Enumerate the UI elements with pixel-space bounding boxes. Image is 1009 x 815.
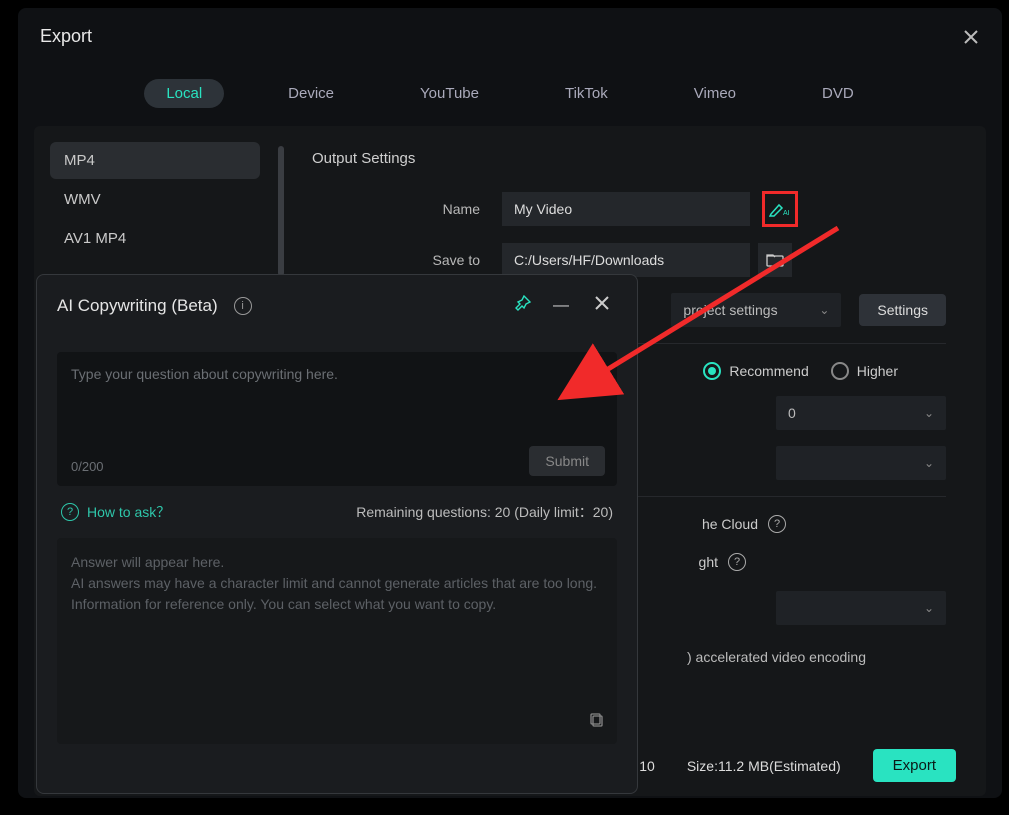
chevron-down-icon: ⌄ bbox=[924, 601, 934, 615]
output-settings-title: Output Settings bbox=[312, 150, 946, 167]
fps-dropdown[interactable]: ⌄ bbox=[776, 446, 946, 480]
quality-recommend[interactable]: Recommend bbox=[703, 362, 808, 380]
ai-mid-row: ? How to ask？ Remaining questions: 20 (D… bbox=[37, 494, 637, 532]
preset-dropdown[interactable]: project settings ⌄ bbox=[671, 293, 841, 327]
chevron-down-icon: ⌄ bbox=[924, 406, 934, 420]
name-input[interactable] bbox=[502, 192, 750, 226]
footer-value: 10 bbox=[639, 758, 655, 774]
resolution-value: 0 bbox=[788, 405, 796, 421]
modal-title: Export bbox=[40, 26, 92, 47]
help-icon[interactable]: ? bbox=[768, 515, 786, 533]
char-count: 0/200 bbox=[71, 459, 104, 474]
close-icon[interactable] bbox=[962, 28, 980, 46]
tab-youtube[interactable]: YouTube bbox=[398, 79, 501, 108]
svg-text:AI: AI bbox=[783, 210, 790, 217]
export-tabs: Local Device YouTube TikTok Vimeo DVD bbox=[18, 57, 1002, 126]
tab-device[interactable]: Device bbox=[266, 79, 356, 108]
saveto-input[interactable] bbox=[502, 243, 750, 277]
ai-answer-box: Answer will appear here. AI answers may … bbox=[57, 538, 617, 744]
chevron-down-icon: ⌄ bbox=[924, 456, 934, 470]
ai-input-placeholder: Type your question about copywriting her… bbox=[71, 366, 603, 382]
pin-icon[interactable] bbox=[511, 291, 535, 320]
modal-header: Export bbox=[18, 8, 1002, 57]
resolution-dropdown[interactable]: 0 ⌄ bbox=[776, 396, 946, 430]
how-to-ask-link[interactable]: ? How to ask？ bbox=[61, 502, 170, 522]
copy-icon[interactable] bbox=[589, 712, 605, 734]
saveto-label: Save to bbox=[312, 252, 502, 268]
help-icon: ? bbox=[61, 503, 79, 521]
format-scrollbar[interactable] bbox=[278, 146, 284, 276]
export-button[interactable]: Export bbox=[873, 749, 956, 782]
ai-panel-header: AI Copywriting (Beta) i — bbox=[37, 275, 637, 336]
answer-placeholder-line: Information for reference only. You can … bbox=[71, 594, 603, 615]
chevron-down-icon: ⌄ bbox=[819, 303, 829, 317]
name-label: Name bbox=[312, 201, 502, 217]
footer-size: Size:11.2 MB(Estimated) bbox=[687, 758, 841, 774]
format-wmv[interactable]: WMV bbox=[50, 181, 260, 218]
ai-panel-title: AI Copywriting (Beta) bbox=[57, 296, 218, 316]
help-icon[interactable]: ? bbox=[728, 553, 746, 571]
tab-local[interactable]: Local bbox=[144, 79, 224, 108]
settings-button[interactable]: Settings bbox=[859, 294, 946, 326]
format-mp4[interactable]: MP4 bbox=[50, 142, 260, 179]
preset-value: project settings bbox=[683, 302, 777, 318]
close-icon[interactable] bbox=[587, 292, 617, 319]
format-av1mp4[interactable]: AV1 MP4 bbox=[50, 220, 260, 257]
folder-icon[interactable] bbox=[758, 243, 792, 277]
cloud-label: he Cloud bbox=[702, 516, 758, 532]
tab-dvd[interactable]: DVD bbox=[800, 79, 876, 108]
ai-question-input[interactable]: Type your question about copywriting her… bbox=[57, 352, 617, 486]
minimize-icon[interactable]: — bbox=[545, 293, 577, 319]
answer-placeholder-line: Answer will appear here. bbox=[71, 552, 603, 573]
submit-button[interactable]: Submit bbox=[529, 446, 605, 476]
remaining-questions: Remaining questions: 20 (Daily limit：20) bbox=[356, 502, 613, 522]
quality-radios: Recommend Higher bbox=[703, 362, 898, 380]
info-icon[interactable]: i bbox=[234, 297, 252, 315]
quality-higher[interactable]: Higher bbox=[831, 362, 898, 380]
encoder-dropdown[interactable]: ⌄ bbox=[776, 591, 946, 625]
ai-name-button[interactable]: AI bbox=[762, 191, 798, 227]
answer-placeholder-line: AI answers may have a character limit an… bbox=[71, 573, 603, 594]
ai-copywriting-panel: AI Copywriting (Beta) i — Type your ques… bbox=[36, 274, 638, 794]
spotlight-label: ght bbox=[699, 554, 718, 570]
tab-tiktok[interactable]: TikTok bbox=[543, 79, 630, 108]
tab-vimeo[interactable]: Vimeo bbox=[672, 79, 758, 108]
